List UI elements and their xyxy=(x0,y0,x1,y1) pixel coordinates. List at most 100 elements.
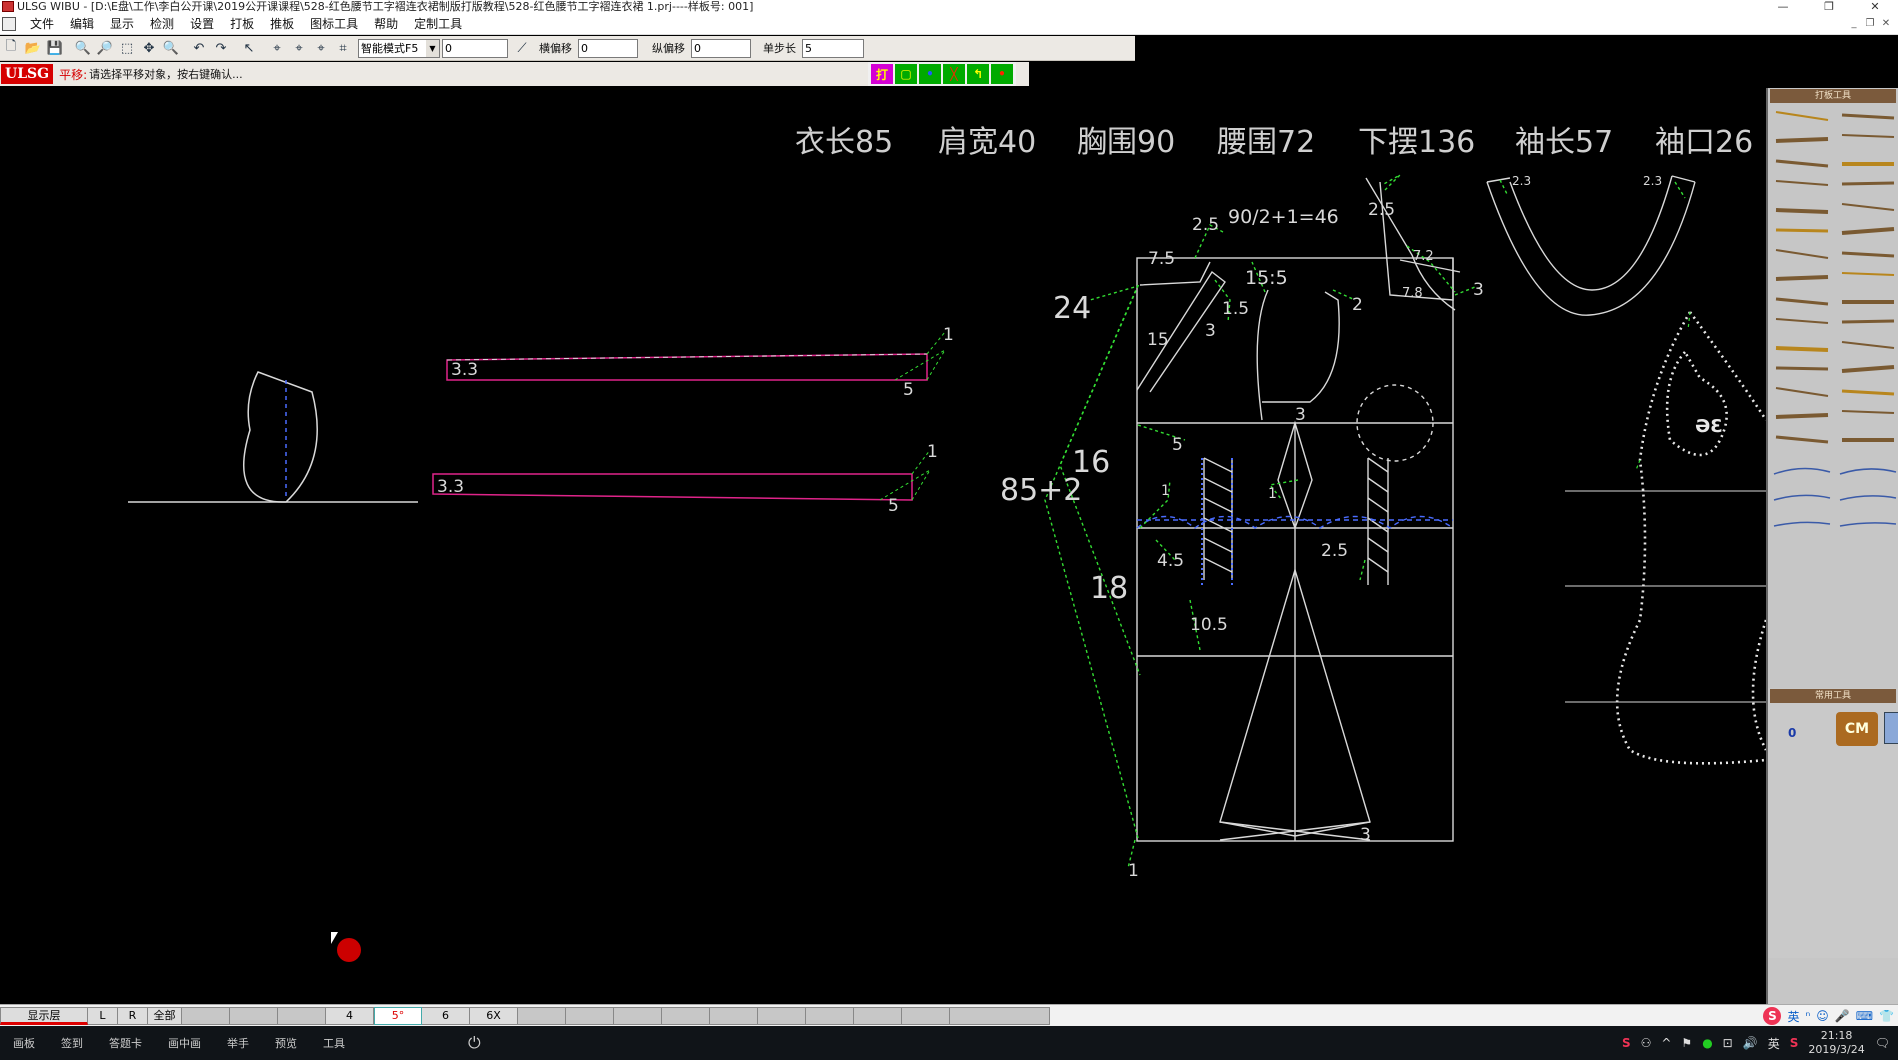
step-length-input[interactable] xyxy=(802,38,864,58)
slide-ruler-tool-icon[interactable] xyxy=(1836,460,1898,480)
pin-tool-icon[interactable] xyxy=(1836,359,1898,379)
notification-icon[interactable]: 🗨 xyxy=(1875,1036,1890,1050)
tray-volume-icon[interactable]: 🔊 xyxy=(1743,1036,1758,1050)
close-button[interactable]: ✕ xyxy=(1852,0,1898,13)
layer-cell-7[interactable]: 4 xyxy=(326,1006,374,1025)
layer-cell-14[interactable] xyxy=(662,1006,710,1025)
marker-tool-icon[interactable] xyxy=(1836,175,1898,195)
draw-mode-button-4[interactable]: ↰ xyxy=(967,64,989,84)
document-icon[interactable] xyxy=(2,16,16,31)
hook-tool-icon[interactable] xyxy=(1770,290,1834,310)
mdi-minimize-button[interactable]: _ xyxy=(1846,13,1862,35)
tray-lang[interactable]: 英 xyxy=(1768,1035,1780,1052)
snap-mid-icon[interactable]: ⌖ xyxy=(311,38,331,58)
menu-edit[interactable]: 编辑 xyxy=(62,13,102,35)
neck-facing[interactable]: 2.3 2.3 xyxy=(1486,174,1696,316)
layer-cell-11[interactable] xyxy=(518,1006,566,1025)
tray-app-icon[interactable]: ⚑ xyxy=(1681,1036,1692,1050)
waist-strip-1[interactable]: 3.3 1 5 xyxy=(446,325,954,400)
select-arrow-icon[interactable]: ↖ xyxy=(239,38,259,58)
layer-cell-16[interactable] xyxy=(758,1006,806,1025)
fold-tool-icon[interactable] xyxy=(1770,313,1834,333)
mdi-close-button[interactable]: ✕ xyxy=(1878,13,1894,35)
horizontal-offset-input[interactable] xyxy=(578,38,638,58)
vertical-offset-input[interactable] xyxy=(691,38,751,58)
flat-tool-icon[interactable] xyxy=(1770,221,1834,241)
undo-icon[interactable]: ↶ xyxy=(189,38,209,58)
tray-sogou-icon-2[interactable]: S xyxy=(1790,1036,1799,1050)
open-folder-icon[interactable]: 📂 xyxy=(23,38,43,58)
layer-cell-10[interactable]: 6X xyxy=(470,1006,518,1025)
grid-tool-icon[interactable] xyxy=(1836,267,1898,287)
menu-settings[interactable]: 设置 xyxy=(182,13,222,35)
arc-ruler-tool-icon[interactable] xyxy=(1836,512,1898,532)
menu-grading[interactable]: 推板 xyxy=(262,13,302,35)
drawing-canvas[interactable]: 衣长85 肩宽40 胸围90 腰围72 下摆136 袖长57 袖口26 3.3 xyxy=(0,88,1766,1004)
sogou-ime-icon[interactable]: S xyxy=(1763,1007,1782,1025)
snap-point-icon[interactable]: ⌖ xyxy=(267,38,287,58)
tray-expand-icon[interactable]: ^ xyxy=(1661,1036,1671,1050)
cross-tool-icon[interactable] xyxy=(1770,267,1834,287)
dart-tool-icon[interactable] xyxy=(1836,382,1898,402)
sleeve-piece[interactable]: ƏƐ xyxy=(1615,311,1766,765)
ime-keyboard-icon[interactable]: ⌨ xyxy=(1856,1009,1873,1023)
save-icon[interactable]: 💾 xyxy=(45,38,65,58)
delete-tool-icon[interactable] xyxy=(1770,359,1834,379)
layer-cell-15[interactable] xyxy=(710,1006,758,1025)
layer-cell-12[interactable] xyxy=(566,1006,614,1025)
pen-tool-icon[interactable] xyxy=(1836,106,1898,126)
tray-wechat-icon[interactable]: ● xyxy=(1702,1036,1712,1050)
tray-sogou-icon[interactable]: S xyxy=(1622,1036,1631,1050)
redo-icon[interactable]: ↷ xyxy=(211,38,231,58)
hip-curve-tool-icon[interactable] xyxy=(1836,486,1898,506)
mode-select[interactable]: 智能模式F5 ▼ xyxy=(358,38,440,58)
layer-cell-6[interactable] xyxy=(278,1006,326,1025)
chevron-down-icon[interactable]: ▼ xyxy=(426,39,439,57)
ruler-tool-icon[interactable] xyxy=(1770,106,1834,126)
layer-cell-1[interactable]: L xyxy=(88,1006,118,1025)
ime-skin-icon[interactable]: 👕 xyxy=(1879,1009,1894,1023)
menu-pattern[interactable]: 打板 xyxy=(222,13,262,35)
snap-end-icon[interactable]: ⌖ xyxy=(289,38,309,58)
rotate-tool-icon[interactable] xyxy=(1836,313,1898,333)
menu-icon-tools[interactable]: 图标工具 xyxy=(302,13,366,35)
menu-help[interactable]: 帮助 xyxy=(366,13,406,35)
text-tool-icon[interactable] xyxy=(1770,382,1834,402)
layer-cell-19[interactable] xyxy=(902,1006,950,1025)
pencil-tool-icon[interactable] xyxy=(1770,175,1834,195)
blade-tool-icon[interactable] xyxy=(1836,221,1898,241)
task-preview[interactable]: 预览 xyxy=(262,1035,310,1051)
notch-tool-icon[interactable] xyxy=(1770,405,1834,425)
zoom-out-icon[interactable]: 🔍 xyxy=(73,38,93,58)
pan-icon[interactable]: ✥ xyxy=(139,38,159,58)
layer-cell-17[interactable] xyxy=(806,1006,854,1025)
ime-lang[interactable]: 英 xyxy=(1787,1008,1799,1025)
cm-unit-button[interactable]: CM xyxy=(1836,712,1878,746)
mirror-tool-icon[interactable] xyxy=(1836,428,1898,448)
fit-window-icon[interactable]: ⬚ xyxy=(117,38,137,58)
petal-piece[interactable] xyxy=(128,371,418,503)
line-tool-icon[interactable] xyxy=(1770,129,1834,149)
zoom-window-icon[interactable]: 🔍 xyxy=(161,38,181,58)
mdi-restore-button[interactable]: ❐ xyxy=(1862,13,1878,35)
menu-file[interactable]: 文件 xyxy=(22,13,62,35)
wedge-tool-icon[interactable] xyxy=(1836,198,1898,218)
task-drawing-board[interactable]: 画板 xyxy=(0,1035,48,1051)
ime-emoji-icon[interactable]: ☺ xyxy=(1816,1009,1829,1023)
layer-cell-13[interactable] xyxy=(614,1006,662,1025)
layer-cell-4[interactable] xyxy=(182,1006,230,1025)
menu-custom-tools[interactable]: 定制工具 xyxy=(406,13,470,35)
layer-cell-18[interactable] xyxy=(854,1006,902,1025)
clock[interactable]: 21:18 2019/3/24 xyxy=(1808,1029,1864,1057)
cut-tool-icon[interactable] xyxy=(1770,244,1834,264)
french-curve-tool-icon[interactable] xyxy=(1770,486,1834,506)
line-tool-icon[interactable]: ⟋ xyxy=(512,38,532,58)
layer-cell-5[interactable] xyxy=(230,1006,278,1025)
task-tools[interactable]: 工具 xyxy=(310,1035,358,1051)
arrow-tool-icon[interactable] xyxy=(1836,405,1898,425)
sewing-tool-icon[interactable] xyxy=(1836,244,1898,264)
draw-mode-button-1[interactable]: ▢ xyxy=(895,64,917,84)
menu-check[interactable]: 检测 xyxy=(142,13,182,35)
curve-ruler-tool-icon[interactable] xyxy=(1770,460,1834,480)
extend-tool-icon[interactable] xyxy=(1770,428,1834,448)
